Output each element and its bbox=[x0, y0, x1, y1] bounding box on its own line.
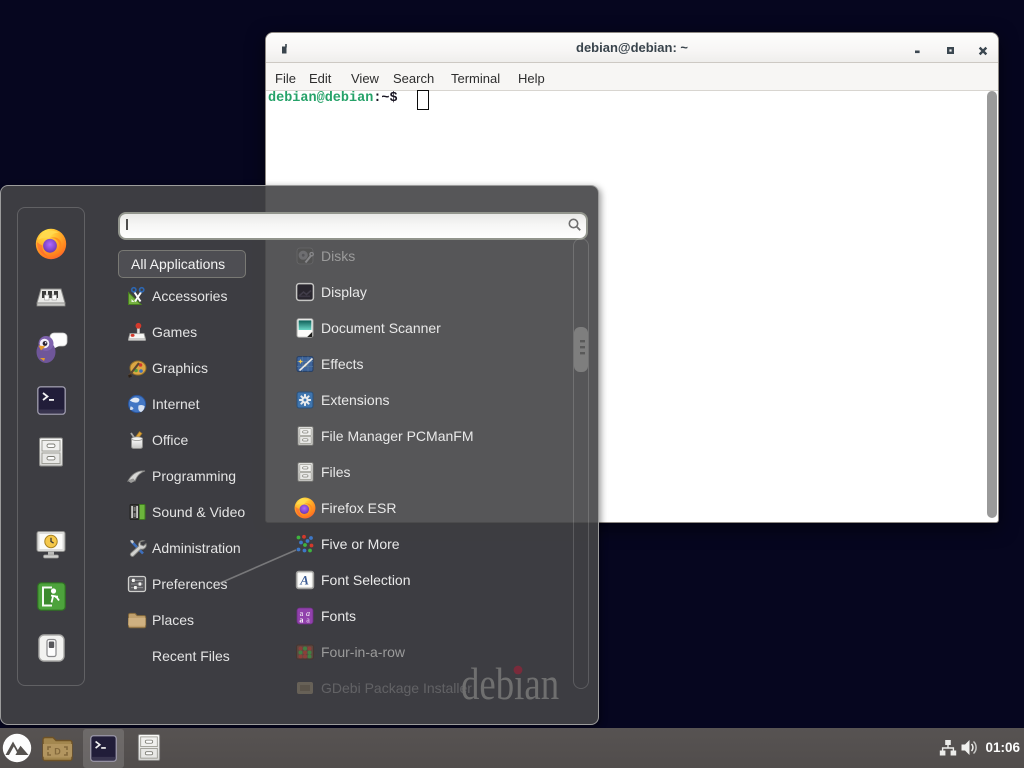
svg-text:D: D bbox=[54, 747, 61, 757]
svg-text:a: a bbox=[306, 616, 310, 625]
svg-text:a: a bbox=[299, 616, 303, 625]
